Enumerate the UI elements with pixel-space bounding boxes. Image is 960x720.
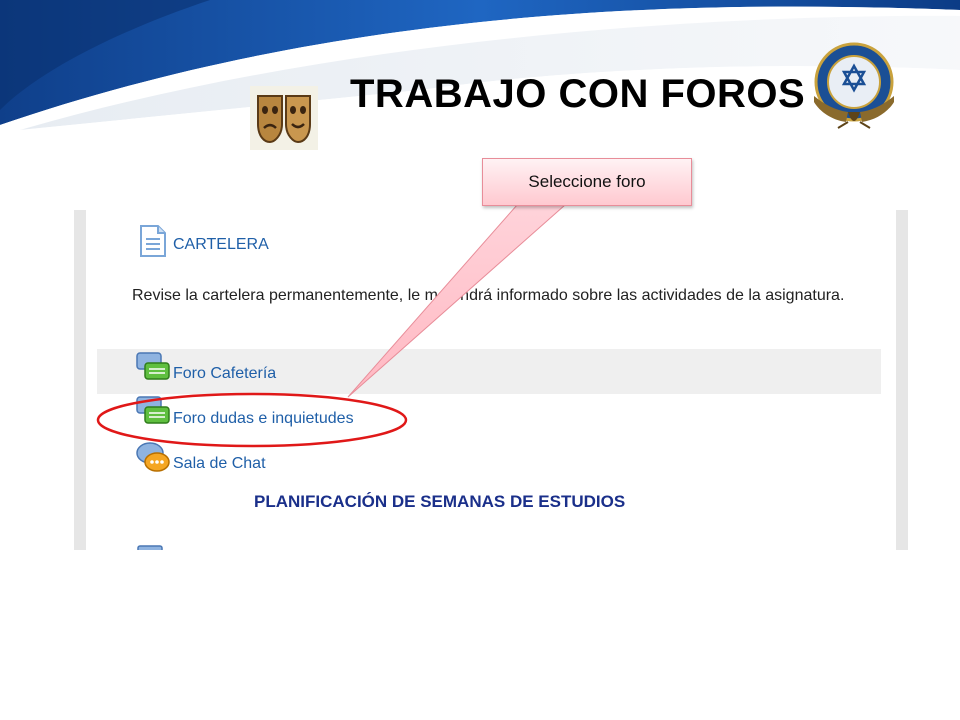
screenshot-right-border	[896, 210, 908, 550]
university-seal-icon	[814, 42, 894, 129]
course-screenshot: CARTELERA Revise la cartelera permanente…	[74, 210, 908, 550]
slide-title: TRABAJO CON FOROS	[350, 72, 806, 116]
chat-icon	[136, 442, 170, 472]
cartelera-link[interactable]: CARTELERA	[173, 236, 269, 254]
forum-icon	[136, 352, 170, 380]
callout-box: Seleccione foro	[482, 158, 692, 206]
cartelera-description: Revise la cartelera permanentemente, le …	[132, 287, 845, 304]
sala-chat-link[interactable]: Sala de Chat	[173, 455, 266, 473]
forum-icon	[136, 396, 170, 424]
document-icon	[140, 225, 166, 257]
document-icon	[137, 545, 163, 550]
screenshot-left-border	[74, 210, 86, 550]
foro-dudas-link[interactable]: Foro dudas e inquietudes	[173, 410, 354, 428]
section-heading: PLANIFICACIÓN DE SEMANAS DE ESTUDIOS	[254, 492, 626, 511]
foro-cafeteria-link[interactable]: Foro Cafetería	[173, 365, 276, 383]
theater-masks-icon	[250, 86, 318, 150]
